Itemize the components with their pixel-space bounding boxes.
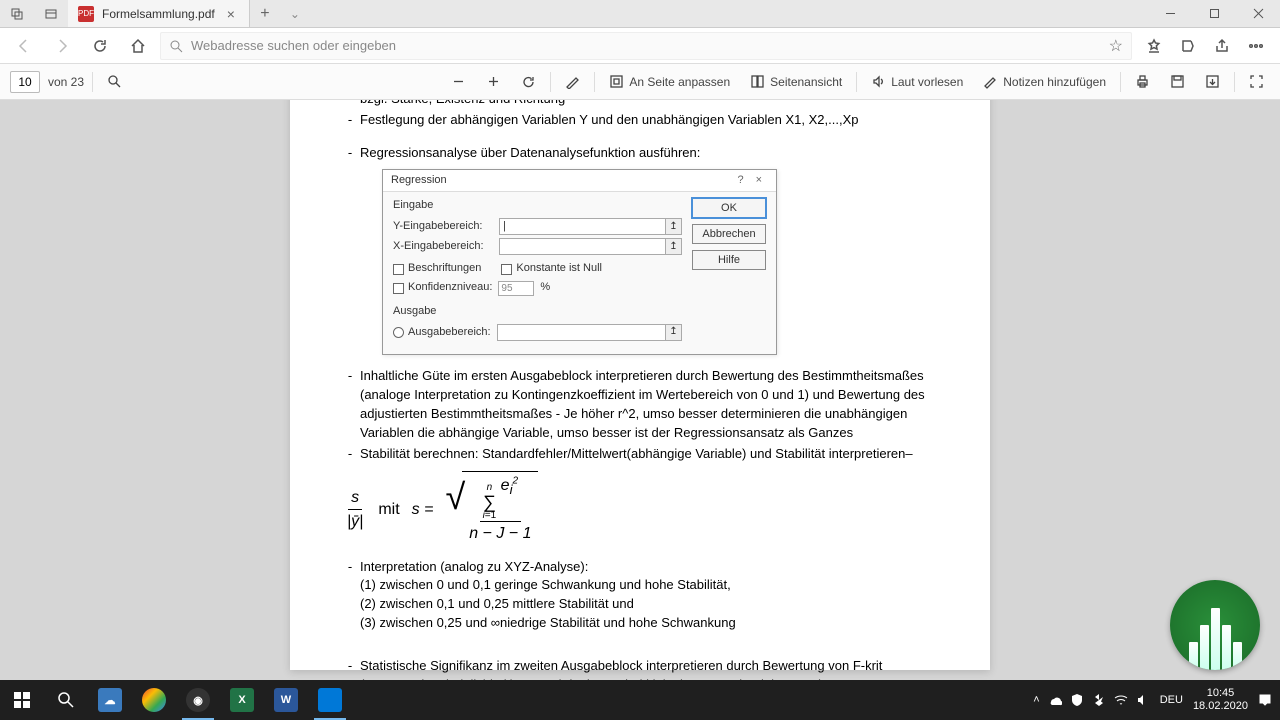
tray-chevron-icon[interactable]: ˄ bbox=[1033, 694, 1039, 706]
pdf-viewport[interactable]: bzgl. Stärke, Existenz und Richtung -Fes… bbox=[0, 100, 1280, 680]
help-button-image: Hilfe bbox=[692, 250, 766, 270]
taskbar-app-chrome[interactable] bbox=[132, 680, 176, 720]
search-icon bbox=[169, 39, 183, 53]
close-tab-icon[interactable]: × bbox=[223, 6, 239, 22]
help-icon: ? bbox=[731, 173, 749, 189]
page-number-input[interactable] bbox=[10, 71, 40, 93]
pdf-text: bzgl. Stärke, Existenz und Richtung bbox=[360, 100, 940, 109]
add-notes-button[interactable]: Notizen hinzufügen bbox=[977, 70, 1112, 93]
pdf-toolbar: von 23 An Seite anpassen Seitenansicht L… bbox=[0, 64, 1280, 100]
cancel-button-image: Abbrechen bbox=[692, 224, 766, 244]
pdf-text: Inhaltliche Güte im ersten Ausgabeblock … bbox=[360, 367, 940, 442]
pdf-text: (1) zwischen 0 und 0,1 geringe Schwankun… bbox=[360, 576, 940, 595]
window-titlebar: PDF Formelsammlung.pdf × + ⌄ bbox=[0, 0, 1280, 28]
address-placeholder: Webadresse suchen oder eingeben bbox=[191, 38, 1101, 53]
notes-icon[interactable] bbox=[1172, 30, 1204, 62]
defender-icon[interactable] bbox=[1070, 693, 1084, 707]
pdf-text: (2) zwischen 0,1 und 0,25 mittlere Stabi… bbox=[360, 595, 940, 614]
draw-button[interactable] bbox=[559, 70, 586, 93]
tab-actions-icon[interactable] bbox=[0, 0, 34, 27]
pdf-text: Festlegung der abhängigen Variablen Y un… bbox=[360, 111, 940, 130]
notifications-icon[interactable] bbox=[1258, 693, 1272, 707]
taskbar-app-excel[interactable]: X bbox=[220, 680, 264, 720]
close-window-button[interactable] bbox=[1236, 0, 1280, 27]
share-icon[interactable] bbox=[1206, 30, 1238, 62]
minimize-button[interactable] bbox=[1148, 0, 1192, 27]
tray-language[interactable]: DEU bbox=[1160, 694, 1183, 706]
refresh-button[interactable] bbox=[84, 30, 116, 62]
system-tray[interactable]: ˄ DEU 10:45 18.02.2020 bbox=[1033, 687, 1280, 713]
taskbar-app-word[interactable]: W bbox=[264, 680, 308, 720]
search-button[interactable] bbox=[44, 680, 88, 720]
regression-dialog-image: Regression ? × Eingabe Y-Eingabebereich:… bbox=[382, 169, 777, 356]
x-range-input: ↥ bbox=[499, 238, 682, 255]
tab-preview-icon[interactable] bbox=[34, 0, 68, 27]
pdf-text: Regressionsanalyse über Datenanalysefunk… bbox=[360, 144, 940, 163]
read-aloud-button[interactable]: Laut vorlesen bbox=[865, 70, 969, 93]
ok-button-image: OK bbox=[692, 198, 766, 218]
start-button[interactable] bbox=[0, 680, 44, 720]
fullscreen-icon[interactable] bbox=[1243, 70, 1270, 93]
zoom-out-button[interactable] bbox=[445, 70, 472, 93]
fit-to-page-button[interactable]: An Seite anpassen bbox=[603, 70, 736, 93]
search-in-pdf-icon[interactable] bbox=[101, 70, 128, 93]
pdf-icon: PDF bbox=[78, 6, 94, 22]
address-input[interactable]: Webadresse suchen oder eingeben ☆ bbox=[160, 32, 1132, 60]
taskbar-app-edge[interactable] bbox=[308, 680, 352, 720]
back-button[interactable] bbox=[8, 30, 40, 62]
page-count-label: von 23 bbox=[48, 75, 84, 89]
favorites-list-icon[interactable] bbox=[1138, 30, 1170, 62]
taskbar-app-obs[interactable]: ◉ bbox=[176, 680, 220, 720]
pdf-text: Stabilität berechnen: Standardfehler/Mit… bbox=[360, 445, 940, 464]
y-range-input: |↥ bbox=[499, 218, 682, 235]
pdf-page: bzgl. Stärke, Existenz und Richtung -Fes… bbox=[290, 100, 990, 670]
page-view-button[interactable]: Seitenansicht bbox=[744, 70, 848, 93]
print-button[interactable] bbox=[1129, 70, 1156, 93]
rotate-button[interactable] bbox=[515, 70, 542, 93]
windows-taskbar: ☁ ◉ X W ˄ DEU 10:45 18.02.2020 bbox=[0, 680, 1280, 720]
new-tab-button[interactable]: + bbox=[250, 5, 280, 23]
tab-chevron-icon[interactable]: ⌄ bbox=[280, 7, 310, 21]
forward-button[interactable] bbox=[46, 30, 78, 62]
maximize-button[interactable] bbox=[1192, 0, 1236, 27]
onedrive-icon[interactable] bbox=[1048, 693, 1062, 707]
volume-icon[interactable] bbox=[1136, 693, 1150, 707]
browser-tab[interactable]: PDF Formelsammlung.pdf × bbox=[68, 0, 250, 27]
tray-clock[interactable]: 10:45 18.02.2020 bbox=[1193, 687, 1248, 713]
save-as-button[interactable] bbox=[1199, 70, 1226, 93]
save-button[interactable] bbox=[1164, 70, 1191, 93]
close-icon: × bbox=[750, 173, 768, 189]
wifi-icon[interactable] bbox=[1114, 693, 1128, 707]
pdf-text: Statistische Signifikanz im zweiten Ausg… bbox=[360, 657, 940, 680]
output-range-input: ↥ bbox=[497, 324, 682, 341]
pdf-text: Interpretation (analog zu XYZ-Analyse): bbox=[360, 558, 940, 577]
address-bar: Webadresse suchen oder eingeben ☆ bbox=[0, 28, 1280, 64]
formula: s|ȳ| mit s = n∑i=1 ei2 n − J − 1 bbox=[344, 471, 940, 547]
settings-menu-icon[interactable] bbox=[1240, 30, 1272, 62]
pdf-text: (3) zwischen 0,25 und ∞niedrige Stabilit… bbox=[360, 614, 940, 633]
zoom-in-button[interactable] bbox=[480, 70, 507, 93]
bluetooth-icon[interactable] bbox=[1092, 693, 1106, 707]
taskbar-app-weather[interactable]: ☁ bbox=[88, 680, 132, 720]
home-button[interactable] bbox=[122, 30, 154, 62]
tab-title: Formelsammlung.pdf bbox=[102, 7, 215, 21]
favorite-star-icon[interactable]: ☆ bbox=[1109, 36, 1123, 56]
channel-watermark bbox=[1170, 580, 1260, 670]
